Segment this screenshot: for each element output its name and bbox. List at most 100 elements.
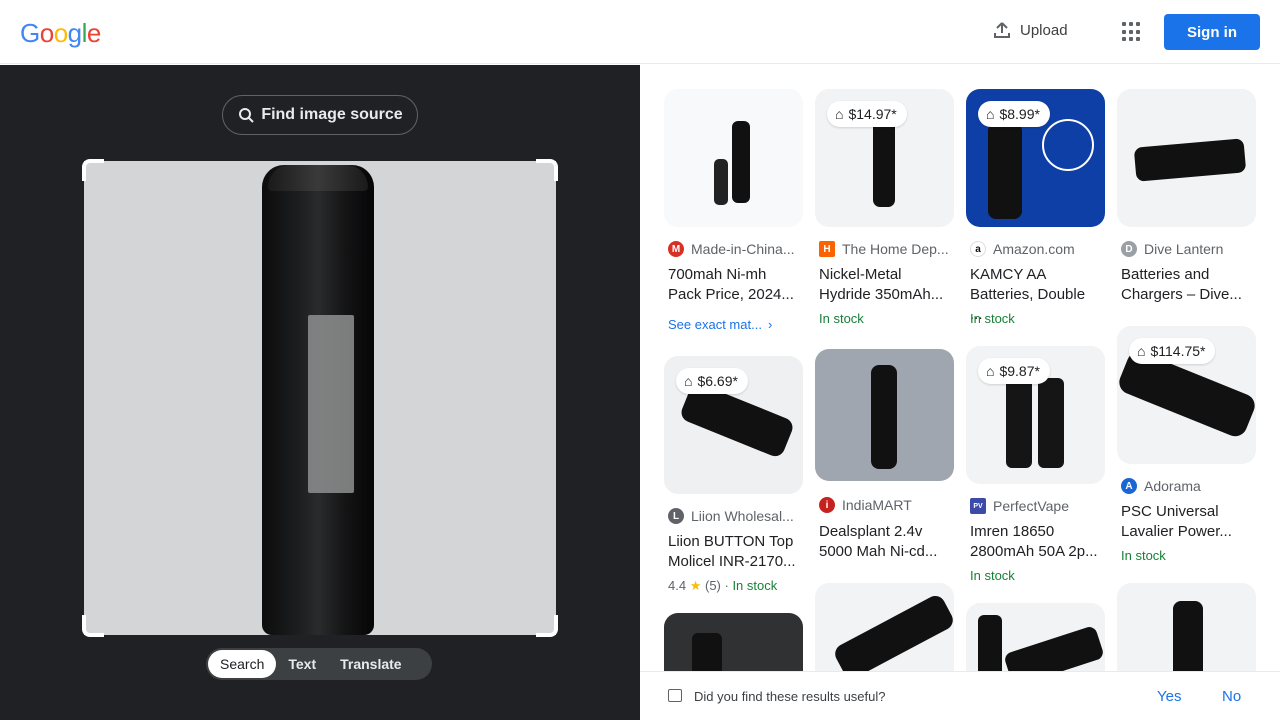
chevron-right-icon: › <box>767 317 773 332</box>
result-thumbnail[interactable]: ⌂ $9.87* <box>966 346 1105 484</box>
top-bar: Google Upload Sign in <box>0 0 1280 64</box>
price-tag-icon: ⌂ <box>1137 343 1146 359</box>
lens-mode-tabs: Search Text Translate <box>206 648 432 680</box>
upload-label: Upload <box>1020 21 1068 39</box>
result-title[interactable]: Nickel-Metal Hydride 350mAh... <box>819 265 950 305</box>
logo-letter: g <box>67 18 82 48</box>
liion-favicon-icon: L <box>668 508 684 524</box>
result-thumbnail[interactable] <box>664 89 803 227</box>
feedback-question: Did you find these results useful? <box>694 689 886 704</box>
rating-row: 4.4 ★ (5) · In stock <box>668 578 778 593</box>
price-badge: ⌂ $9.87* <box>978 358 1050 384</box>
result-thumbnail[interactable]: ⌂ $14.97* <box>815 89 954 227</box>
result-thumbnail[interactable] <box>1117 583 1256 671</box>
result-source-label: Amazon.com <box>993 241 1075 257</box>
dive-lantern-favicon-icon: D <box>1121 241 1137 257</box>
result-title[interactable]: Dealsplant 2.4v 5000 Mah Ni-cd... <box>819 522 950 562</box>
stock-status: In stock <box>970 311 1015 326</box>
result-thumbnail[interactable] <box>664 613 803 671</box>
result-source: M Made-in-China... <box>668 241 803 257</box>
price-label: $114.75* <box>1150 343 1206 359</box>
price-tag-icon: ⌂ <box>835 106 844 122</box>
feedback-bar: Did you find these results useful? Yes N… <box>640 671 1280 720</box>
result-source: H The Home Dep... <box>819 241 954 257</box>
result-thumbnail[interactable]: ⌂ $114.75* <box>1117 326 1256 464</box>
find-image-source-button[interactable]: Find image source <box>222 95 418 135</box>
logo-letter: e <box>86 18 101 48</box>
search-image-icon <box>239 108 255 123</box>
google-logo[interactable]: Google <box>20 18 101 49</box>
result-source: L Liion Wholesal... <box>668 508 803 524</box>
result-source-label: Liion Wholesal... <box>691 508 794 524</box>
tab-text[interactable]: Text <box>276 650 328 678</box>
feedback-no-button[interactable]: No <box>1222 688 1241 705</box>
result-source: i IndiaMART <box>819 497 954 513</box>
price-badge: ⌂ $114.75* <box>1129 338 1216 364</box>
see-exact-matches-label: See exact mat... <box>668 317 762 332</box>
result-thumbnail[interactable] <box>1117 89 1256 227</box>
price-badge: ⌂ $6.69* <box>676 368 748 394</box>
result-title[interactable]: Batteries and Chargers – Dive... <box>1121 265 1252 305</box>
price-tag-icon: ⌂ <box>684 373 693 389</box>
result-title[interactable]: PSC Universal Lavalier Power... <box>1121 502 1252 542</box>
price-tag-icon: ⌂ <box>986 363 995 379</box>
stock-status: In stock <box>1121 548 1166 563</box>
upload-icon <box>994 22 1010 38</box>
result-title[interactable]: Imren 18650 2800mAh 50A 2p... <box>970 522 1101 562</box>
price-label: $6.69* <box>697 373 738 389</box>
sign-in-button[interactable]: Sign in <box>1164 14 1260 50</box>
price-label: $14.97* <box>848 106 897 122</box>
price-badge: ⌂ $8.99* <box>978 101 1050 127</box>
result-source: A Adorama <box>1121 478 1256 494</box>
rating-value: 4.4 <box>668 578 687 593</box>
result-thumbnail[interactable] <box>815 349 954 481</box>
stock-status: In stock <box>970 568 1015 583</box>
star-icon: ★ <box>689 578 702 593</box>
stock-status: In stock <box>819 311 864 326</box>
result-source: a Amazon.com <box>970 241 1105 257</box>
result-thumbnail[interactable]: ⌂ $8.99* <box>966 89 1105 227</box>
price-tag-icon: ⌂ <box>986 106 995 122</box>
made-in-china-favicon-icon: M <box>668 241 684 257</box>
perfectvape-favicon-icon: PV <box>970 498 986 514</box>
price-label: $8.99* <box>999 106 1040 122</box>
result-source-label: Adorama <box>1144 478 1201 494</box>
crop-handle-top-right[interactable] <box>536 159 558 181</box>
stock-status: In stock <box>732 578 778 593</box>
lens-preview-panel: Find image source Search Text Translate <box>0 65 640 720</box>
find-image-source-label: Find image source <box>261 106 403 123</box>
logo-letter: G <box>20 18 40 48</box>
crop-handle-top-left[interactable] <box>82 159 104 181</box>
review-count: (5) <box>704 578 721 593</box>
tab-translate[interactable]: Translate <box>328 650 413 678</box>
result-source-label: Made-in-China... <box>691 241 795 257</box>
indiamart-favicon-icon: i <box>819 497 835 513</box>
price-label: $9.87* <box>999 363 1040 379</box>
logo-letter: o <box>39 18 54 48</box>
feedback-yes-button[interactable]: Yes <box>1157 688 1181 705</box>
result-title[interactable]: 700mah Ni-mh Pack Price, 2024... <box>668 265 799 305</box>
amazon-favicon-icon: a <box>970 241 986 257</box>
upload-button[interactable]: Upload <box>992 20 1068 40</box>
home-depot-favicon-icon: H <box>819 241 835 257</box>
query-image[interactable] <box>84 161 556 635</box>
crop-handle-bottom-right[interactable] <box>536 615 558 637</box>
feedback-icon <box>668 689 682 702</box>
result-thumbnail[interactable] <box>966 603 1105 671</box>
see-exact-matches-link[interactable]: See exact mat... › <box>668 317 772 332</box>
result-thumbnail[interactable]: ⌂ $6.69* <box>664 356 803 494</box>
battery-image <box>262 165 374 635</box>
tab-search[interactable]: Search <box>208 650 277 678</box>
result-title[interactable]: Liion BUTTON Top Molicel INR-2170... <box>668 532 799 572</box>
logo-letter: o <box>53 18 68 48</box>
price-badge: ⌂ $14.97* <box>827 101 907 127</box>
result-source: D Dive Lantern <box>1121 241 1256 257</box>
result-source-label: IndiaMART <box>842 497 912 513</box>
adorama-favicon-icon: A <box>1121 478 1137 494</box>
apps-grid-icon[interactable] <box>1122 22 1142 42</box>
crop-handle-bottom-left[interactable] <box>82 615 104 637</box>
result-source: PV PerfectVape <box>970 498 1105 514</box>
result-thumbnail[interactable] <box>815 583 954 671</box>
result-source-label: PerfectVape <box>993 498 1070 514</box>
visual-matches-grid: M Made-in-China... 700mah Ni-mh Pack Pri… <box>640 65 1280 671</box>
